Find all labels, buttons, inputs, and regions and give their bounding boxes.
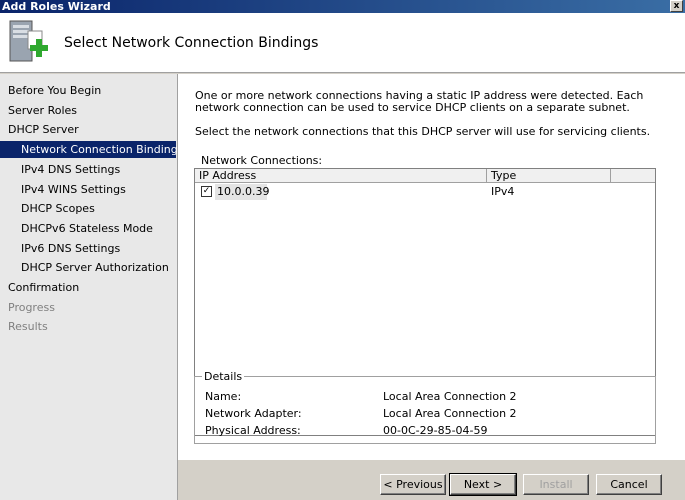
nav-step-before-you-begin[interactable]: Before You Begin [0, 82, 176, 99]
nav-step-dhcp-server[interactable]: DHCP Server [0, 121, 176, 138]
nav-step-ipv4-dns-settings[interactable]: IPv4 DNS Settings [0, 161, 176, 178]
column-header-type[interactable]: Type [487, 169, 611, 183]
wizard-header: Select Network Connection Bindings [0, 13, 685, 73]
server-add-icon [9, 20, 48, 62]
nav-step-ipv6-dns-settings[interactable]: IPv6 DNS Settings [0, 240, 176, 257]
network-connections-label: Network Connections: [201, 154, 323, 167]
nav-step-ipv4-wins-settings[interactable]: IPv4 WINS Settings [0, 181, 176, 198]
nav-step-dhcp-scopes[interactable]: DHCP Scopes [0, 200, 176, 217]
nav-step-dhcpv6-stateless-mode[interactable]: DHCPv6 Stateless Mode [0, 220, 176, 237]
instruction-text: Select the network connections that this… [195, 125, 651, 138]
detail-value-name: Local Area Connection 2 [383, 390, 517, 403]
column-header-ip-address[interactable]: IP Address [195, 169, 487, 183]
cancel-button[interactable]: Cancel [596, 474, 662, 495]
nav-step-dhcp-server-authorization[interactable]: DHCP Server Authorization [0, 259, 176, 276]
details-group: Details Name: Local Area Connection 2 Ne… [194, 370, 656, 444]
detail-label-name: Name: [205, 390, 242, 403]
window-title-bar[interactable]: Add Roles Wizard x [0, 0, 685, 13]
wizard-step-nav: Before You Begin Server Roles DHCP Server N… [0, 74, 183, 500]
list-header: IP Address Type [195, 169, 655, 183]
previous-button[interactable]: < Previous [380, 474, 446, 495]
connection-checkbox[interactable]: ✓ [201, 186, 212, 197]
nav-step-progress: Progress [8, 300, 55, 314]
page-title: Select Network Connection Bindings [64, 35, 319, 51]
detail-label-adapter: Network Adapter: [205, 407, 302, 420]
detail-value-physical-address: 00-0C-29-85-04-59 [383, 424, 488, 437]
window-title: Add Roles Wizard [2, 0, 111, 13]
description-text: One or more network connections having a… [195, 89, 644, 114]
close-window-button[interactable]: x [670, 0, 683, 12]
nav-step-results: Results [8, 320, 48, 334]
nav-step-confirmation[interactable]: Confirmation [0, 279, 176, 296]
next-button[interactable]: Next > [449, 473, 517, 496]
table-row[interactable]: ✓ 10.0.0.39 IPv4 [195, 184, 655, 200]
ip-address-cell: 10.0.0.39 [215, 184, 270, 200]
main-panel: One or more network connections having a… [178, 74, 685, 460]
detail-label-physical-address: Physical Address: [205, 424, 301, 437]
type-cell: IPv4 [491, 185, 515, 198]
details-legend: Details [202, 370, 245, 383]
nav-step-server-roles[interactable]: Server Roles [0, 102, 176, 119]
install-button[interactable]: Install [523, 474, 589, 495]
button-bar: < Previous Next > Install Cancel [178, 460, 685, 500]
nav-step-network-connection-bindings[interactable]: Network Connection Bindings [0, 141, 183, 159]
detail-value-adapter: Local Area Connection 2 [383, 407, 517, 420]
